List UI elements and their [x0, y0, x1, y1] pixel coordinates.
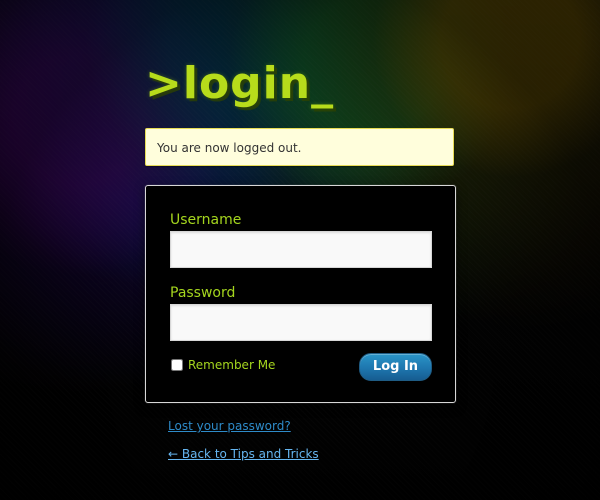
remember-me-control[interactable]: Remember Me: [171, 357, 275, 373]
password-input[interactable]: [170, 304, 432, 341]
password-label: Password: [170, 285, 236, 301]
login-page-background: >login_ You are now logged out. Username…: [0, 0, 600, 500]
remember-me-checkbox[interactable]: [171, 359, 183, 371]
back-to-site-link[interactable]: ← Back to Tips and Tricks: [168, 446, 319, 462]
username-label: Username: [170, 212, 242, 228]
remember-me-label[interactable]: Remember Me: [188, 357, 275, 373]
lost-password-link[interactable]: Lost your password?: [168, 418, 291, 434]
username-input[interactable]: [170, 231, 432, 268]
log-in-button[interactable]: Log In: [359, 353, 432, 381]
login-form: Username Password Remember Me Log In: [145, 185, 456, 403]
login-logo: >login_: [145, 58, 335, 109]
logout-notice: You are now logged out.: [145, 128, 454, 166]
